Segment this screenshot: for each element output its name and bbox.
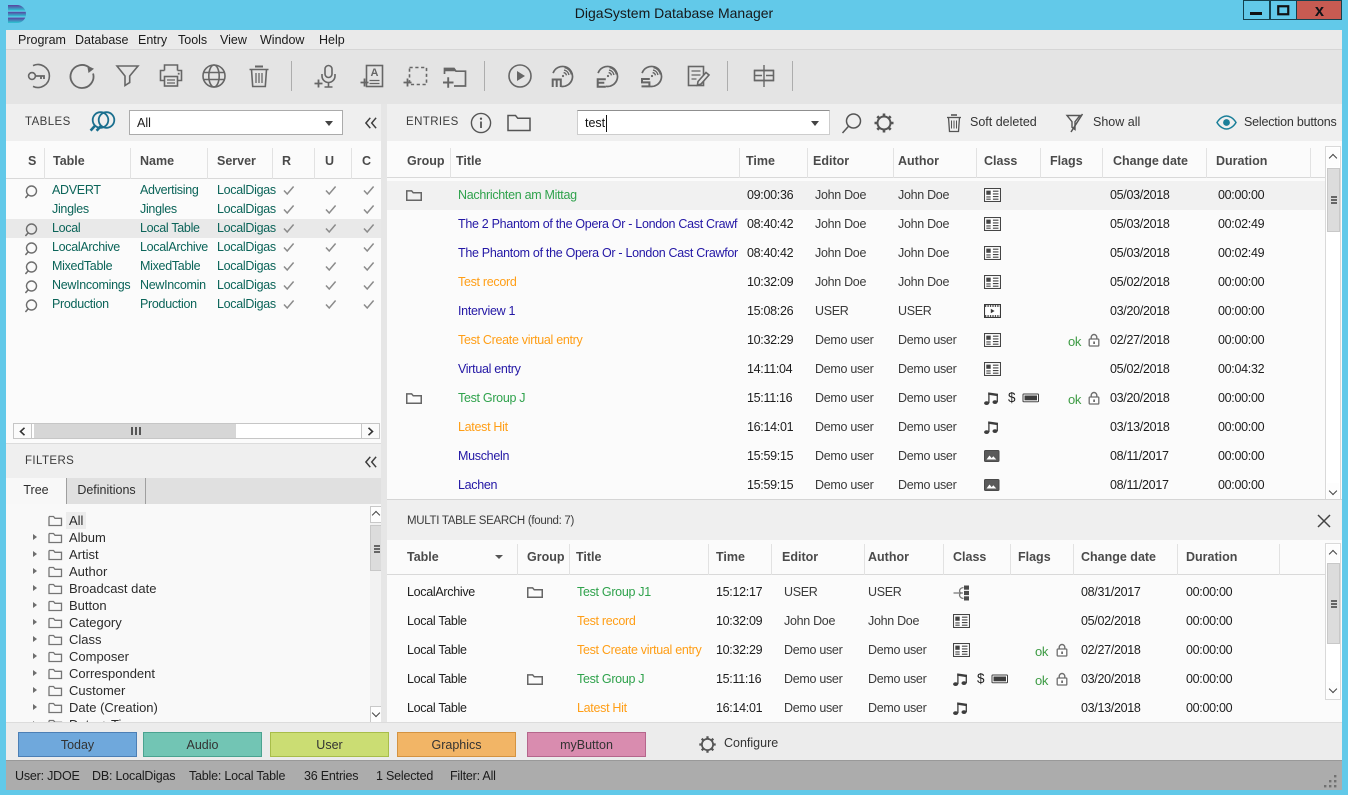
svg-text:A: A bbox=[371, 67, 379, 79]
svg-text:x: x bbox=[1315, 3, 1325, 18]
